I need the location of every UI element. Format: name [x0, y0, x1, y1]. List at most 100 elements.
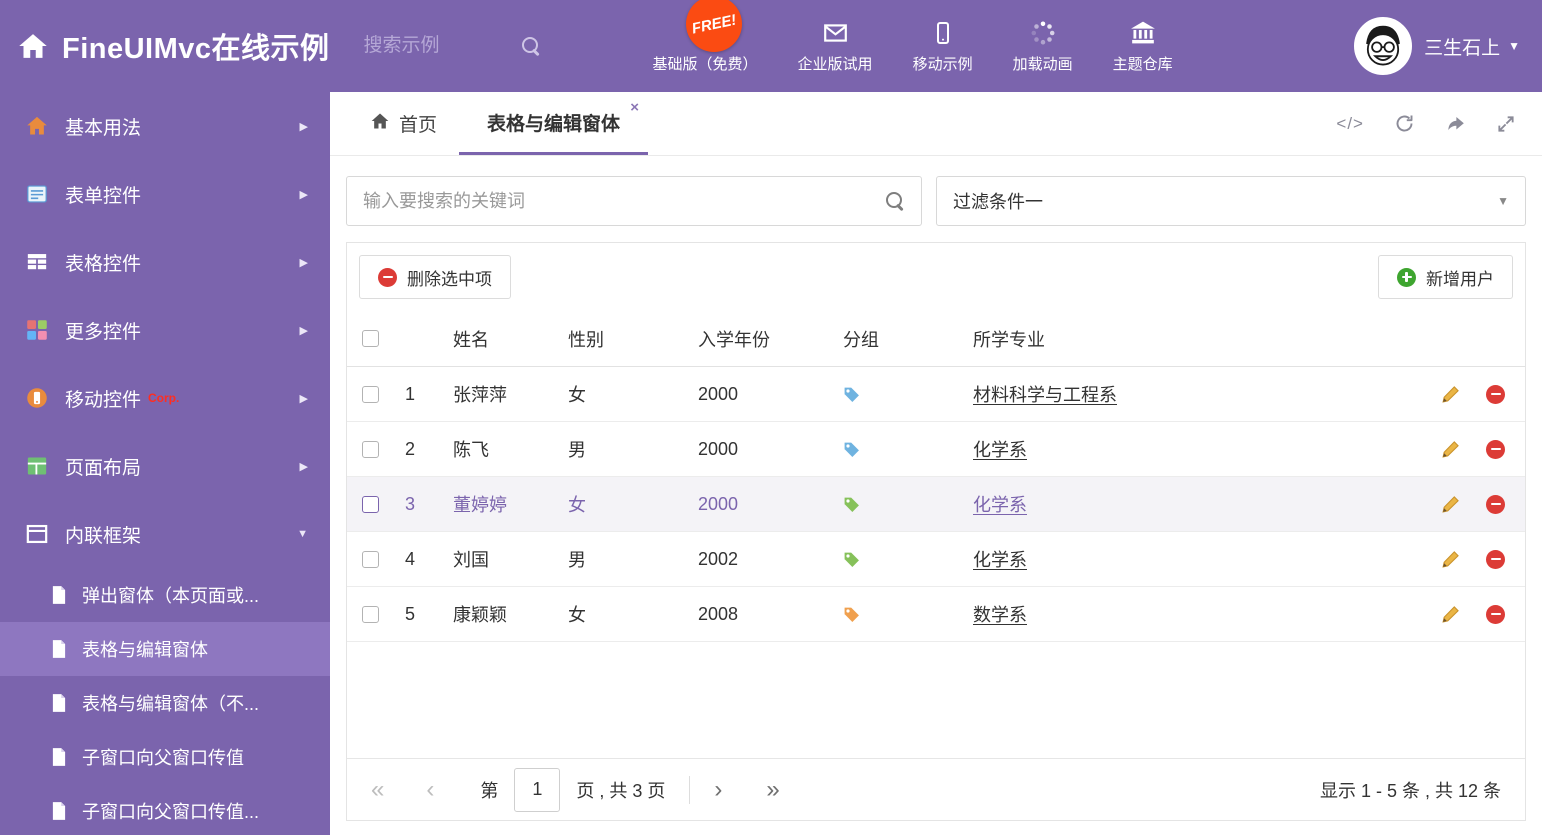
- action-theme-repo[interactable]: 主题仓库: [1113, 18, 1173, 74]
- code-icon[interactable]: </>: [1336, 114, 1364, 134]
- row-checkbox[interactable]: [362, 605, 379, 623]
- add-user-button[interactable]: 新增用户: [1378, 255, 1513, 299]
- edit-icon[interactable]: [1441, 440, 1460, 459]
- delete-icon[interactable]: [1486, 604, 1505, 624]
- close-icon[interactable]: ×: [630, 100, 639, 115]
- form-icon: [26, 183, 48, 205]
- caret-down-icon: ▼: [1508, 39, 1520, 53]
- delete-icon[interactable]: [1486, 384, 1505, 404]
- edit-icon[interactable]: [1441, 385, 1460, 404]
- major-link[interactable]: 化学系: [973, 550, 1027, 570]
- tab-grid-edit-window[interactable]: 表格与编辑窗体 ×: [459, 92, 649, 155]
- record-summary: 显示 1 - 5 条 , 共 12 条: [1319, 780, 1501, 801]
- tab-home[interactable]: 首页: [348, 92, 459, 155]
- prev-page-button[interactable]: ‹: [426, 777, 434, 802]
- action-mobile-demo[interactable]: 移动示例: [913, 18, 973, 74]
- caret-down-icon: ▼: [297, 528, 308, 540]
- column-gender[interactable]: 性别: [568, 326, 698, 352]
- sidebar-subitem-label: 弹出窗体（本页面或...: [82, 586, 260, 606]
- keyword-search-input[interactable]: [363, 190, 886, 212]
- sidebar-item-page-layout[interactable]: 页面布局 ▶: [0, 432, 330, 500]
- grid-panel: 删除选中项 新增用户 姓名 性别 入学年份 分组 所学专业 1 张萍萍 女 20…: [346, 242, 1526, 821]
- major-link[interactable]: 材料科学与工程系: [973, 385, 1117, 405]
- table-row[interactable]: 4 刘国 男 2002 化学系: [347, 532, 1525, 587]
- last-page-button[interactable]: »: [766, 777, 779, 802]
- page-label-prefix: 第: [480, 780, 499, 801]
- action-label: 移动示例: [912, 56, 973, 73]
- sidebar-item-basic-usage[interactable]: 基本用法 ▶: [0, 92, 330, 160]
- refresh-icon[interactable]: [1394, 113, 1415, 134]
- body-row: 基本用法 ▶ 表单控件 ▶ 表格控件 ▶ 更多控件 ▶ 移动控件 Corp. ▶…: [0, 92, 1542, 835]
- column-major[interactable]: 所学专业: [973, 326, 1413, 352]
- edit-icon[interactable]: [1441, 495, 1460, 514]
- delete-selected-button[interactable]: 删除选中项: [359, 255, 511, 299]
- filter-row: 过滤条件一 ▼: [346, 176, 1526, 226]
- row-checkbox[interactable]: [362, 495, 379, 513]
- header-search: [363, 35, 541, 57]
- user-menu[interactable]: 三生石上 ▼: [1354, 17, 1520, 75]
- select-all-checkbox[interactable]: [362, 330, 379, 347]
- first-page-button[interactable]: «: [371, 777, 384, 802]
- cell-year: 2008: [698, 603, 739, 624]
- delete-icon[interactable]: [1486, 494, 1505, 514]
- file-icon: [50, 801, 68, 821]
- sidebar-item-iframe[interactable]: 内联框架 ▼: [0, 500, 330, 568]
- cell-name: 康颖颖: [453, 605, 507, 625]
- table-row-selected[interactable]: 3 董婷婷 女 2000 化学系: [347, 477, 1525, 532]
- page-label-suffix: 页 , 共 3 页: [576, 780, 666, 801]
- sidebar-subitem-grid-edit-window-2[interactable]: 表格与编辑窗体（不...: [0, 676, 330, 730]
- corp-badge: Corp.: [148, 391, 180, 405]
- cell-name: 陈飞: [453, 440, 489, 460]
- sidebar-item-form-controls[interactable]: 表单控件 ▶: [0, 160, 330, 228]
- row-index: 1: [405, 383, 416, 404]
- sidebar-item-more-controls[interactable]: 更多控件 ▶: [0, 296, 330, 364]
- search-icon[interactable]: [521, 36, 541, 56]
- sidebar-subitem-label: 子窗口向父窗口传值...: [82, 802, 260, 822]
- row-index: 5: [405, 603, 416, 624]
- page-number-input[interactable]: [514, 767, 561, 812]
- search-icon[interactable]: [886, 191, 905, 211]
- chevron-right-icon: ▶: [299, 392, 308, 405]
- table-row[interactable]: 1 张萍萍 女 2000 材料科学与工程系: [347, 367, 1525, 422]
- action-loading-animation[interactable]: 加载动画: [1013, 18, 1073, 74]
- sidebar-subitem-child-to-parent-2[interactable]: 子窗口向父窗口传值...: [0, 784, 330, 835]
- next-page-button[interactable]: ›: [714, 777, 722, 802]
- major-link[interactable]: 化学系: [973, 495, 1027, 515]
- column-year[interactable]: 入学年份: [698, 326, 843, 352]
- pagination-bar: « ‹ 第 页 , 共 3 页 › » 显示 1 - 5 条 , 共 12 条: [347, 758, 1525, 820]
- delete-icon[interactable]: [1486, 439, 1505, 459]
- major-link[interactable]: 化学系: [973, 440, 1027, 460]
- sidebar-subitem-popup-window[interactable]: 弹出窗体（本页面或...: [0, 568, 330, 622]
- table-row[interactable]: 2 陈飞 男 2000 化学系: [347, 422, 1525, 477]
- action-label: 企业版试用: [797, 56, 873, 73]
- cell-name: 张萍萍: [453, 385, 507, 405]
- tag-icon: [844, 387, 859, 402]
- row-checkbox[interactable]: [362, 550, 379, 568]
- sidebar-item-mobile-controls[interactable]: 移动控件 Corp. ▶: [0, 364, 330, 432]
- row-checkbox[interactable]: [362, 385, 379, 403]
- table-row[interactable]: 5 康颖颖 女 2008 数学系: [347, 587, 1525, 642]
- filter-dropdown[interactable]: 过滤条件一 ▼: [936, 176, 1526, 226]
- sidebar-subitem-child-to-parent[interactable]: 子窗口向父窗口传值: [0, 730, 330, 784]
- file-icon: [50, 639, 68, 659]
- cell-group: [843, 386, 973, 403]
- cell-group: [843, 606, 973, 623]
- blocks-icon: [26, 319, 48, 341]
- delete-icon[interactable]: [1486, 549, 1505, 569]
- major-link[interactable]: 数学系: [973, 605, 1027, 625]
- action-enterprise-trial[interactable]: 企业版试用: [798, 18, 873, 74]
- edit-icon[interactable]: [1441, 605, 1460, 624]
- sidebar-item-label: 表单控件: [65, 185, 142, 207]
- column-group[interactable]: 分组: [843, 326, 973, 352]
- file-icon: [50, 585, 68, 605]
- row-checkbox[interactable]: [362, 440, 379, 458]
- share-icon[interactable]: [1445, 113, 1466, 134]
- sidebar-subitem-grid-edit-window[interactable]: 表格与编辑窗体: [0, 622, 330, 676]
- expand-icon[interactable]: [1496, 114, 1516, 134]
- edit-icon[interactable]: [1441, 550, 1460, 569]
- tag-icon: [844, 552, 859, 567]
- header-search-input[interactable]: [363, 35, 514, 57]
- column-name[interactable]: 姓名: [453, 326, 568, 352]
- home-icon[interactable]: [18, 31, 48, 61]
- sidebar-item-grid-controls[interactable]: 表格控件 ▶: [0, 228, 330, 296]
